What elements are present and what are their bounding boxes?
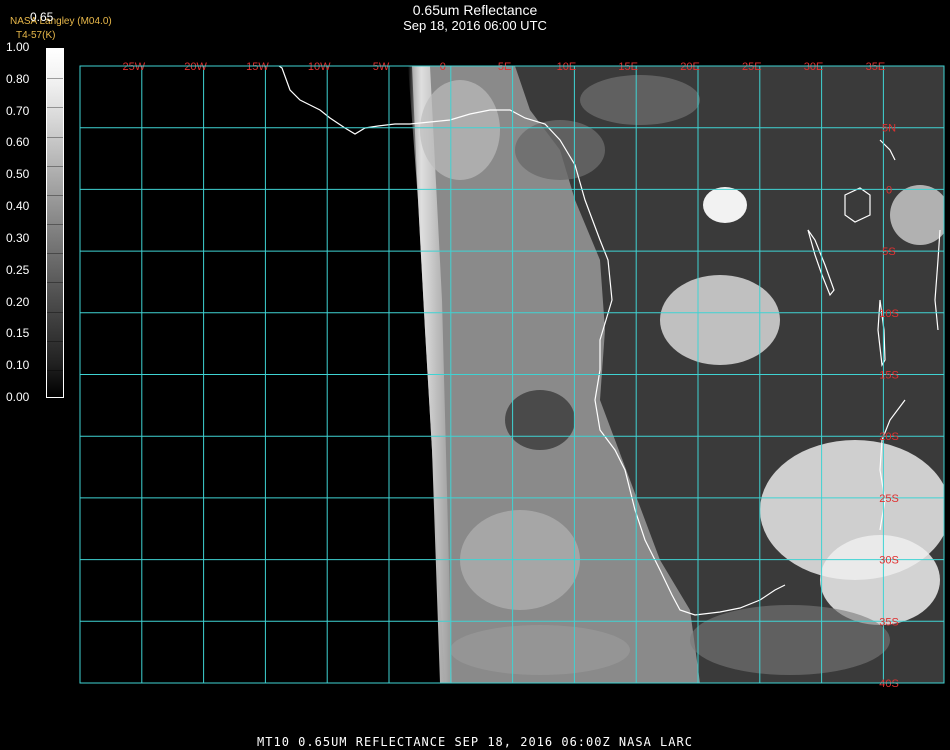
longitude-label: 20W <box>184 61 207 73</box>
longitude-label: 30E <box>804 61 824 73</box>
longitude-label: 20E <box>680 61 700 73</box>
longitude-label: 5W <box>373 61 390 73</box>
longitude-label: 25W <box>122 61 145 73</box>
footer-caption: MT10 0.65UM REFLECTANCE SEP 18, 2016 06:… <box>257 735 693 749</box>
latitude-label: 5S <box>882 246 895 258</box>
longitude-label: 25E <box>742 61 762 73</box>
longitude-label: 10W <box>308 61 331 73</box>
latitude-label: 0 <box>886 184 892 196</box>
longitude-label: 10E <box>557 61 577 73</box>
imagery-layer <box>80 66 944 683</box>
satellite-map: 25W 20W 15W 10W 5W 0 5E 10E 15E 20E 25E 30E 35E 5N 0 5… <box>79 61 945 690</box>
latitude-label: 40S <box>879 678 899 690</box>
latitude-label: 5N <box>882 123 896 135</box>
longitude-label: 0 <box>440 61 446 73</box>
longitude-label: 35E <box>866 61 886 73</box>
latitude-label: 25S <box>879 493 899 505</box>
latitude-label: 35S <box>879 616 899 628</box>
latitude-label: 10S <box>879 308 899 320</box>
longitude-label: 5E <box>498 61 511 73</box>
longitude-label: 15W <box>246 61 269 73</box>
longitude-label: 15E <box>618 61 638 73</box>
latitude-label: 15S <box>879 370 899 382</box>
latitude-label: 20S <box>879 431 899 443</box>
latitude-label: 30S <box>879 555 899 567</box>
